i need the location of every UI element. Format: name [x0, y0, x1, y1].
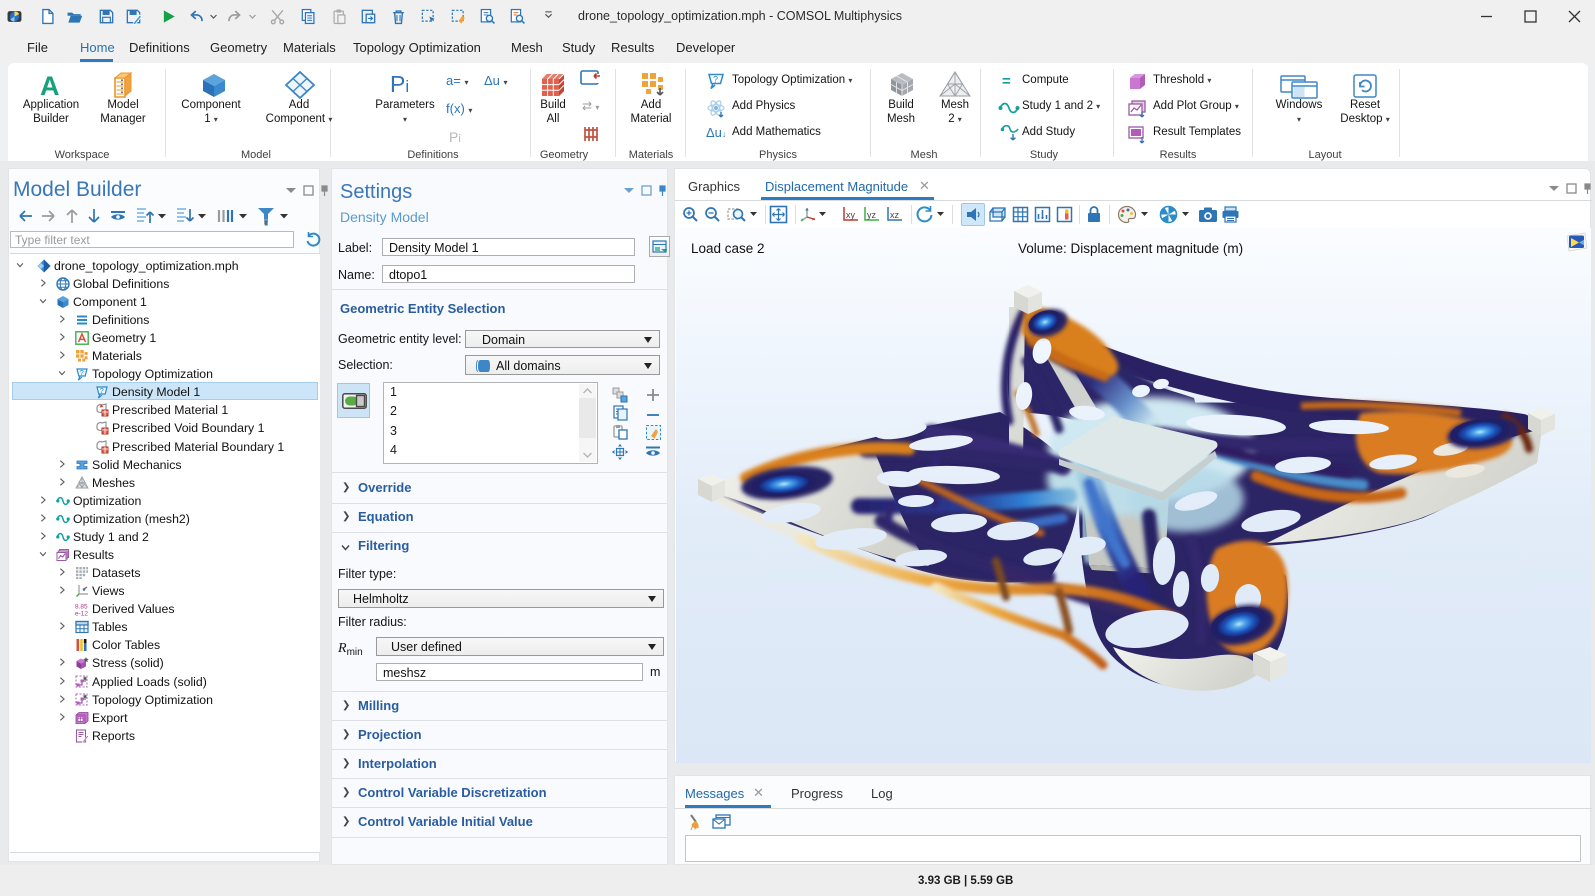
svg-text:xz: xz — [890, 210, 900, 220]
svg-text:yz: yz — [867, 210, 877, 220]
svg-text:?: ? — [713, 75, 718, 85]
svg-text:xy: xy — [846, 210, 856, 220]
